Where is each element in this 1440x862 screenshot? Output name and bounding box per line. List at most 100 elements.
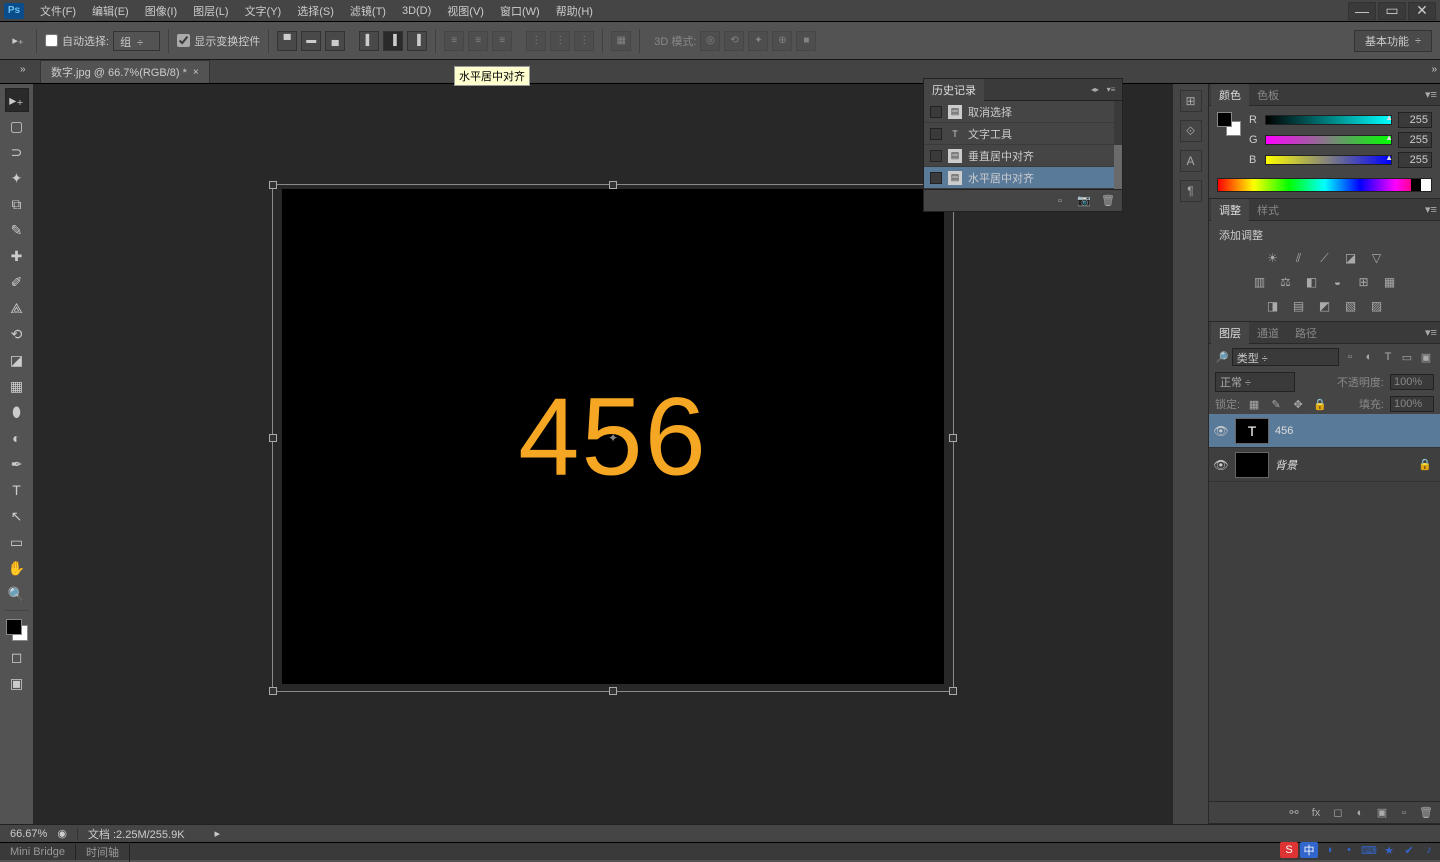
menu-window[interactable]: 窗口(W) [492,1,548,21]
brush-tool-icon[interactable]: ✐ [5,270,29,294]
zoom-tool-icon[interactable]: 🔍 [5,582,29,606]
blur-tool-icon[interactable]: ⬮ [5,400,29,424]
distribute-icon[interactable]: ≡ [492,31,512,51]
panel-menu-icon[interactable]: ▾≡ [1422,88,1440,101]
tab-color[interactable]: 颜色 [1211,84,1249,106]
align-left-icon[interactable]: ▌ [359,31,379,51]
tray-icon[interactable]: ⌨ [1360,842,1378,858]
align-hcenter-icon[interactable]: ▐ [383,31,403,51]
3d-icon[interactable]: ◎ [700,31,720,51]
distribute-icon[interactable]: ≡ [444,31,464,51]
b-slider[interactable]: ▲ [1265,155,1392,165]
history-snapshot-check[interactable] [930,150,942,162]
menu-view[interactable]: 视图(V) [439,1,492,21]
layer-item[interactable]: 👁 T 456 [1209,414,1440,448]
eraser-tool-icon[interactable]: ◪ [5,348,29,372]
expand-icon[interactable]: » [20,64,26,75]
scrollbar[interactable] [1114,101,1122,189]
3d-icon[interactable]: ■ [796,31,816,51]
r-slider[interactable]: ▲ [1265,115,1392,125]
history-item[interactable]: ▤ 取消选择 [924,101,1122,123]
tab-paths[interactable]: 路径 [1287,322,1325,344]
magic-wand-tool-icon[interactable]: ✦ [5,166,29,190]
chevron-right-icon[interactable]: ▸ [215,827,221,840]
menu-type[interactable]: 文字(Y) [237,1,290,21]
vibrance-icon[interactable]: ▽ [1368,249,1386,267]
paragraph-icon[interactable]: ¶ [1180,180,1202,202]
photofilter-icon[interactable]: ◒ [1329,273,1347,291]
character-icon[interactable]: A [1180,150,1202,172]
adjustment-icon[interactable]: ◐ [1352,805,1368,821]
opacity-value[interactable]: 100% [1390,374,1434,390]
dock-icon[interactable]: ⊞ [1180,90,1202,112]
layer-filter-type[interactable]: 类型 ÷ [1232,348,1339,366]
auto-align-icon[interactable]: ▦ [611,31,631,51]
doc-info[interactable]: 文档 :2.25M/255.9K [88,826,185,842]
maximize-button[interactable]: ▭ [1378,2,1406,20]
levels-icon[interactable]: ⫽ [1290,249,1308,267]
menu-select[interactable]: 选择(S) [289,1,342,21]
brightness-icon[interactable]: ☀ [1264,249,1282,267]
group-icon[interactable]: ▣ [1374,805,1390,821]
lock-pixels-icon[interactable]: ▦ [1246,396,1262,412]
lock-all-icon[interactable]: 🔒 [1312,396,1328,412]
blend-mode-select[interactable]: 正常 ÷ [1215,372,1295,392]
distribute-icon[interactable]: ≡ [468,31,488,51]
camera-icon[interactable]: 📷 [1076,193,1092,209]
transform-handle[interactable] [269,181,277,189]
mask-icon[interactable]: ◻ [1330,805,1346,821]
link-icon[interactable]: ⚯ [1286,805,1302,821]
align-vcenter-icon[interactable]: ▬ [301,31,321,51]
transform-handle[interactable] [269,687,277,695]
history-snapshot-check[interactable] [930,128,942,140]
tab-timeline[interactable]: 时间轴 [76,842,130,862]
lasso-tool-icon[interactable]: ⊃ [5,140,29,164]
panel-menu-icon[interactable]: ▾≡ [1104,85,1118,94]
fill-value[interactable]: 100% [1390,396,1434,412]
align-top-icon[interactable]: ▀ [277,31,297,51]
bw-icon[interactable]: ◧ [1303,273,1321,291]
close-button[interactable]: ✕ [1408,2,1436,20]
g-slider[interactable]: ▲ [1265,135,1392,145]
tray-icon[interactable]: 中 [1300,842,1318,858]
document-tab[interactable]: 数字.jpg @ 66.7%(RGB/8) * × [40,60,210,83]
type-tool-icon[interactable]: T [5,478,29,502]
panel-menu-icon[interactable]: ▾≡ [1422,203,1440,216]
tray-icon[interactable]: ◑ [1320,842,1338,858]
trash-icon[interactable]: 🗑 [1100,193,1116,209]
tab-channels[interactable]: 通道 [1249,322,1287,344]
path-select-icon[interactable]: ↖ [5,504,29,528]
quickmask-icon[interactable]: ◻ [5,645,29,669]
move-tool-icon[interactable]: ▸₊ [5,88,29,112]
transform-handle[interactable] [949,434,957,442]
transform-handle[interactable] [269,434,277,442]
gradmap-icon[interactable]: ▧ [1342,297,1360,315]
tab-styles[interactable]: 样式 [1249,199,1287,221]
collapse-icon[interactable]: ◂▸ [1088,85,1102,94]
hue-icon[interactable]: ▥ [1251,273,1269,291]
dock-icon[interactable]: ⟐ [1180,120,1202,142]
distribute-icon[interactable]: ⋮ [526,31,546,51]
gradient-tool-icon[interactable]: ▦ [5,374,29,398]
pen-tool-icon[interactable]: ✒ [5,452,29,476]
filter-smart-icon[interactable]: ▣ [1418,349,1434,365]
visibility-icon[interactable]: 👁 [1213,458,1229,472]
tray-icon[interactable]: • [1340,842,1358,858]
zoom-value[interactable]: 66.67% [10,828,47,840]
history-brush-icon[interactable]: ⟲ [5,322,29,346]
menu-3d[interactable]: 3D(D) [394,3,439,19]
transform-bounds[interactable]: ✦ [272,184,954,692]
transform-handle[interactable] [609,181,617,189]
show-transform-check[interactable]: 显示变换控件 [177,33,260,49]
fx-icon[interactable]: fx [1308,805,1324,821]
b-value[interactable]: 255 [1398,152,1432,168]
threshold-icon[interactable]: ◩ [1316,297,1334,315]
menu-image[interactable]: 图像(I) [137,1,185,21]
auto-select-check[interactable]: 自动选择: [45,33,109,49]
menu-help[interactable]: 帮助(H) [548,1,601,21]
reveal-icon[interactable]: ◉ [57,827,67,840]
history-item[interactable]: ▤ 水平居中对齐 [924,167,1122,189]
eyedropper-tool-icon[interactable]: ✎ [5,218,29,242]
menu-edit[interactable]: 编辑(E) [84,1,137,21]
trash-icon[interactable]: 🗑 [1418,805,1434,821]
